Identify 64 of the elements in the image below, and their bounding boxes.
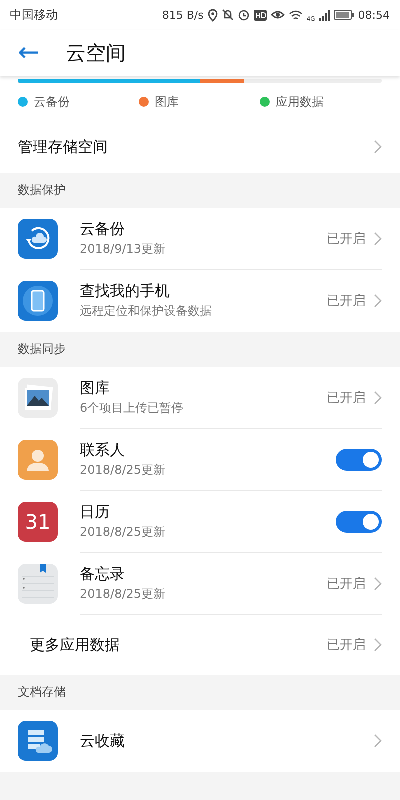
chevron-icon xyxy=(374,232,382,246)
chevron-icon xyxy=(374,734,382,748)
legend-label: 应用数据 xyxy=(276,94,324,110)
legend-label: 图库 xyxy=(155,94,179,110)
row-subtitle: 远程定位和保护设备数据 xyxy=(80,303,213,320)
row-title: 云收藏 xyxy=(80,732,126,750)
row-title: 查找我的手机 xyxy=(80,282,171,301)
row-subtitle: 2018/8/25更新 xyxy=(80,462,167,479)
clock: 08:54 xyxy=(358,8,390,22)
toggle-switch[interactable] xyxy=(336,511,382,533)
section-header: 文档存储 xyxy=(18,684,66,701)
row-subtitle: 2018/8/25更新 xyxy=(80,524,167,541)
calendar-icon: 31 xyxy=(18,502,58,542)
status-label: 已开启 xyxy=(327,293,366,310)
chevron-icon xyxy=(374,140,382,154)
chevron-icon xyxy=(374,638,382,652)
row-subtitle: 2018/8/25更新 xyxy=(80,586,167,603)
cloud-drive-icon xyxy=(18,721,58,761)
status-label: 已开启 xyxy=(327,231,366,248)
status-label: 已开启 xyxy=(327,637,366,654)
list-row[interactable]: 查找我的手机 远程定位和保护设备数据 已开启 xyxy=(0,270,400,332)
gallery-icon xyxy=(18,378,58,418)
contacts-icon xyxy=(18,440,58,480)
row-title: 云备份 xyxy=(80,220,126,239)
battery-icon xyxy=(334,10,354,20)
network-speed: 815 B/s xyxy=(162,8,204,22)
status-label: 已开启 xyxy=(327,390,366,407)
eye-icon xyxy=(270,10,285,20)
list-row[interactable]: 31 日历 2018/8/25更新 xyxy=(0,491,400,553)
list-row[interactable]: 联系人 2018/8/25更新 xyxy=(0,429,400,491)
page-title: 云空间 xyxy=(66,40,126,66)
toggle-switch[interactable] xyxy=(336,449,382,471)
list-row[interactable]: 云收藏 xyxy=(0,710,400,772)
back-button[interactable]: ← xyxy=(18,40,40,66)
legend-label: 云备份 xyxy=(34,94,70,110)
alarm-icon xyxy=(238,9,250,21)
row-subtitle: 6个项目上传已暂停 xyxy=(80,400,185,417)
chevron-icon xyxy=(374,577,382,591)
manage-storage-row[interactable]: 管理存储空间 xyxy=(0,121,400,173)
carrier-name: 中国移动 xyxy=(10,6,58,24)
status-label: 已开启 xyxy=(327,576,366,593)
row-title: 备忘录 xyxy=(80,565,126,584)
list-row[interactable]: 更多应用数据 已开启 xyxy=(0,615,400,675)
list-row[interactable]: 图库 6个项目上传已暂停 已开启 xyxy=(0,367,400,429)
section-header: 数据保护 xyxy=(18,182,66,199)
mute-icon xyxy=(222,9,234,21)
location-icon xyxy=(208,8,218,22)
backup-icon xyxy=(18,219,58,259)
chevron-icon xyxy=(374,391,382,405)
hd-icon xyxy=(254,10,267,20)
row-title: 日历 xyxy=(80,503,111,522)
row-title: 图库 xyxy=(80,379,111,398)
phone-icon xyxy=(18,281,58,321)
list-row[interactable]: 备忘录 2018/8/25更新 已开启 xyxy=(0,553,400,615)
row-title: 更多应用数据 xyxy=(30,636,121,654)
wifi-icon xyxy=(288,10,303,20)
chevron-icon xyxy=(374,294,382,308)
row-title: 管理存储空间 xyxy=(18,138,108,156)
section-header: 数据同步 xyxy=(18,341,66,358)
row-title: 联系人 xyxy=(80,441,126,460)
notes-icon xyxy=(18,564,58,604)
list-row[interactable]: 云备份 2018/9/13更新 已开启 xyxy=(0,208,400,270)
signal-icon xyxy=(319,10,330,20)
row-subtitle: 2018/9/13更新 xyxy=(80,241,167,258)
